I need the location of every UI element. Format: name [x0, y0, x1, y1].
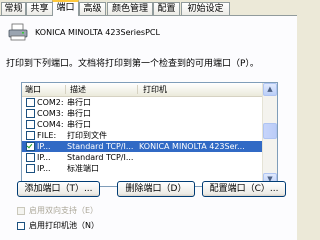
list-item[interactable]: COM2: 串行口 — [22, 97, 264, 108]
list-item[interactable]: COM4: 串行口 — [22, 119, 264, 130]
list-rows: COM2: 串行口 COM3: 串行口 COM4: 串行口 FILE: 打印到文… — [22, 97, 264, 174]
list-item[interactable]: IP... 标准端口 — [22, 163, 264, 174]
tab-color-management[interactable]: 颜色管理 — [107, 2, 153, 15]
port-name: COM4: — [37, 120, 64, 129]
list-item[interactable]: IP... Standard TCP/I... KONICA MINOLTA 4… — [22, 141, 264, 152]
port-description: 串行口 — [67, 109, 91, 118]
port-name: FILE: — [37, 131, 57, 140]
tab-initial-settings[interactable]: 初始设定 — [181, 2, 230, 15]
port-name: IP... — [37, 164, 51, 173]
port-checkbox[interactable] — [26, 153, 35, 162]
bidirectional-label: 启用双向支持（E） — [29, 206, 99, 215]
port-description: Standard TCP/I... — [67, 153, 134, 162]
column-printer[interactable]: 打印机 — [140, 83, 260, 96]
list-item[interactable]: FILE: 打印到文件 — [22, 130, 264, 141]
ports-description: 打印到下列端口。文档将打印到第一个检查到的可用端口（P）。 — [6, 59, 259, 69]
bidirectional-checkbox[interactable] — [17, 207, 25, 215]
port-printer: KONICA MINOLTA 423Ser... — [139, 142, 245, 151]
port-checkbox[interactable] — [26, 164, 35, 173]
tab-ports[interactable]: 端口 — [52, 0, 79, 16]
port-checkbox[interactable] — [26, 109, 35, 118]
scroll-thumb[interactable] — [263, 123, 277, 139]
port-list[interactable]: 端口 描述 打印机 COM2: 串行口 COM3: 串行口 COM4: 串行口 … — [21, 82, 278, 187]
tab-configure[interactable]: 配置 — [153, 2, 180, 15]
port-description: 串行口 — [67, 98, 91, 107]
port-description: 串行口 — [67, 120, 91, 129]
pooling-label: 启用打印机池（N） — [29, 221, 99, 230]
port-description: 标准端口 — [67, 164, 99, 173]
port-checkbox[interactable] — [26, 142, 35, 151]
port-description: Standard TCP/I... — [67, 142, 134, 151]
port-description: 打印到文件 — [67, 131, 107, 140]
list-item[interactable]: COM3: 串行口 — [22, 108, 264, 119]
list-item[interactable]: IP... Standard TCP/I... — [22, 152, 264, 163]
port-name: IP... — [37, 142, 51, 151]
scroll-up-icon[interactable]: ▲ — [263, 83, 277, 96]
tab-bar: 常规 共享 端口 高级 颜色管理 配置 初始设定 — [0, 0, 297, 16]
printer-name: KONICA MINOLTA 423SeriesPCL — [35, 28, 160, 37]
list-scrollbar[interactable]: ▲ ▼ — [262, 83, 277, 186]
printer-icon — [8, 23, 28, 41]
tab-general[interactable]: 常规 — [1, 2, 26, 15]
port-name: COM2: — [37, 98, 64, 107]
tab-sharing[interactable]: 共享 — [26, 2, 53, 15]
port-name: COM3: — [37, 109, 64, 118]
configure-port-button[interactable]: 配置端口（C）... — [202, 181, 286, 197]
port-name: IP... — [37, 153, 51, 162]
column-description[interactable]: 描述 — [67, 83, 137, 96]
list-header: 端口 描述 打印机 — [22, 83, 264, 97]
delete-port-button[interactable]: 删除端口（D） — [117, 181, 195, 197]
port-checkbox[interactable] — [26, 120, 35, 129]
add-port-button[interactable]: 添加端口（T）... — [17, 181, 100, 197]
pooling-checkbox[interactable] — [17, 222, 25, 230]
tab-advanced[interactable]: 高级 — [79, 2, 106, 15]
column-port[interactable]: 端口 — [22, 83, 52, 96]
port-checkbox[interactable] — [26, 98, 35, 107]
port-checkbox[interactable] — [26, 131, 35, 140]
